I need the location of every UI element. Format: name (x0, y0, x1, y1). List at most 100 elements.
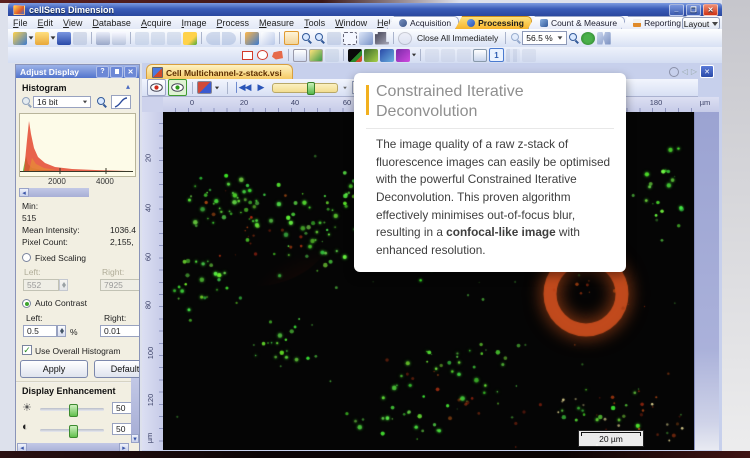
hist-scroll-left-button[interactable]: ◂ (19, 188, 29, 197)
document-tab[interactable]: Cell Multichannel-z-stack.vsi (146, 64, 293, 80)
panel-vscrollbar[interactable] (131, 378, 139, 434)
hist-scrollbar[interactable] (29, 188, 89, 197)
scale-bar-label: 20 µm (599, 434, 623, 444)
close-document-icon[interactable]: ✕ (700, 65, 714, 78)
panel-scroll-down-button[interactable]: ▾ (131, 434, 139, 443)
panel-pin-button[interactable] (110, 66, 123, 78)
menu-edit[interactable]: Edit (33, 18, 59, 28)
next-document-icon[interactable]: ▷ (691, 67, 697, 76)
menu-file[interactable]: File (8, 18, 33, 28)
image-thumb-button[interactable] (348, 49, 362, 62)
layers-button[interactable] (309, 49, 323, 62)
burn-annotation-button (325, 49, 339, 62)
histogram-zoom-in-icon[interactable] (96, 96, 107, 108)
close-button[interactable]: ✕ (703, 4, 718, 16)
snapshot-button[interactable] (293, 49, 307, 62)
play-frames-button[interactable]: ▶ (257, 82, 264, 93)
menu-tools[interactable]: Tools (299, 18, 330, 28)
zoom-in-button[interactable] (568, 32, 579, 44)
zoom-in-tool-button[interactable] (301, 32, 312, 44)
print-button[interactable] (96, 32, 110, 45)
tab-reporting[interactable]: Reporting (621, 16, 689, 29)
apply-button[interactable]: Apply (20, 360, 88, 378)
image-info-button[interactable] (245, 32, 259, 45)
zoom-out-button[interactable] (510, 32, 521, 44)
brightness-icon: ☀ (22, 401, 32, 414)
tooltip-accent-bar (366, 85, 369, 115)
channel-magenta-button[interactable] (396, 49, 410, 62)
green-channel-visibility-button[interactable] (168, 79, 187, 96)
fixed-right-field: 7925 (100, 279, 140, 291)
channel-dropdown-icon[interactable] (412, 54, 416, 57)
panel-close-button[interactable]: ✕ (124, 66, 137, 78)
first-frame-button[interactable]: │◀◀ (234, 82, 250, 93)
fit-to-window-button[interactable] (581, 32, 595, 45)
red-channel-visibility-button[interactable] (147, 79, 166, 96)
menu-window[interactable]: Window (330, 18, 372, 28)
right-percent-field[interactable]: 0.01 (100, 325, 140, 337)
print-preview-button[interactable] (112, 32, 126, 45)
open-dropdown-icon[interactable] (51, 36, 56, 39)
contrast-slider-thumb[interactable] (69, 425, 78, 438)
video-top-edge (0, 0, 460, 3)
new-image-dropdown-icon[interactable] (29, 36, 34, 39)
new-image-button[interactable] (13, 32, 27, 45)
brightness-slider[interactable] (40, 408, 104, 411)
channel-display-caret-icon[interactable] (215, 86, 219, 89)
channel-blue-button[interactable] (380, 49, 394, 62)
tab-acquisition[interactable]: Acquisition (387, 16, 459, 29)
undock-icon[interactable] (669, 67, 679, 77)
marquee-tool-button[interactable] (343, 32, 357, 45)
main-toolbar: Close All Immediately 56.5 % (8, 29, 722, 47)
close-all-button[interactable]: Close All Immediately (417, 33, 498, 43)
rectangle-tool-button[interactable] (242, 51, 253, 60)
open-button[interactable] (35, 32, 49, 45)
actual-size-button[interactable] (597, 32, 611, 45)
histogram-chart[interactable] (19, 113, 136, 177)
default-button[interactable]: Default (94, 360, 140, 378)
bit-depth-combo[interactable]: 16 bit (33, 96, 91, 108)
fixed-scaling-radio[interactable] (22, 253, 31, 262)
polygon-tool-button[interactable] (272, 51, 283, 60)
magnifier-tool-button[interactable] (314, 32, 325, 44)
tab-processing[interactable]: Processing (455, 16, 532, 29)
context-help-button[interactable] (261, 32, 275, 45)
prev-document-icon[interactable]: ◁ (682, 67, 688, 76)
menu-acquire[interactable]: Acquire (136, 18, 177, 28)
menu-database[interactable]: Database (87, 18, 136, 28)
crop-tool-button[interactable] (375, 32, 389, 45)
hand-tool-button[interactable] (284, 31, 299, 45)
brightness-slider-thumb[interactable] (69, 404, 78, 417)
adjust-display-header[interactable]: Adjust Display ? ✕ (16, 65, 139, 78)
left-percent-spinner[interactable] (57, 325, 66, 337)
slider-options-icon[interactable] (344, 86, 348, 88)
channel-green-button[interactable] (364, 49, 378, 62)
minimize-button[interactable]: _ (669, 4, 684, 16)
contrast-icon: ◐ (22, 421, 29, 433)
tab-count-measure[interactable]: Count & Measure (528, 16, 625, 29)
menu-image[interactable]: Image (176, 18, 211, 28)
channel-display-button[interactable] (197, 81, 212, 94)
contrast-slider[interactable] (40, 429, 104, 432)
histogram-zoom-out-icon[interactable] (21, 96, 32, 108)
left-percent-field[interactable]: 0.5 (23, 325, 57, 337)
menu-view[interactable]: View (58, 18, 87, 28)
single-frame-view-button[interactable]: 1 (489, 48, 504, 62)
save-button[interactable] (57, 32, 71, 45)
menu-measure[interactable]: Measure (254, 18, 299, 28)
move-tool-button[interactable] (359, 32, 373, 45)
gallery-view-button[interactable] (473, 49, 487, 62)
image-vscrollbar[interactable] (694, 112, 719, 450)
use-overall-histogram-checkbox[interactable]: ✓ (22, 345, 32, 355)
auto-contrast-radio[interactable] (22, 299, 31, 308)
import-button[interactable] (183, 32, 197, 45)
z-frame-slider[interactable] (272, 83, 338, 93)
menu-process[interactable]: Process (212, 18, 255, 28)
zoom-level-combo[interactable]: 56.5 % (522, 31, 566, 45)
ellipse-tool-button[interactable] (257, 50, 268, 60)
z-frame-slider-thumb[interactable] (307, 82, 315, 95)
restore-button[interactable]: ❒ (686, 4, 701, 16)
panel-help-button[interactable]: ? (96, 66, 109, 78)
lut-curve-button[interactable] (111, 95, 131, 109)
scroll-up-icon[interactable]: ▴ (126, 82, 130, 91)
